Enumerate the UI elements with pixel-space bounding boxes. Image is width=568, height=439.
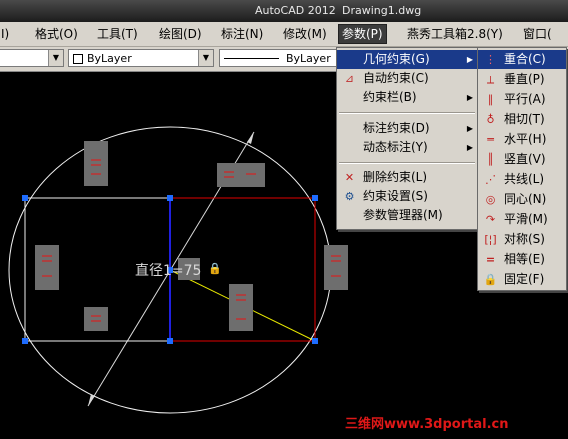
menu-modify[interactable]: 修改(M) <box>280 25 330 43</box>
menu-item-parameters-manager[interactable]: 参数管理器(M) <box>337 206 479 225</box>
submenu-item-fix[interactable]: 🔒 固定(F) <box>478 270 566 289</box>
linetype-sample <box>224 58 279 59</box>
parametric-menu: 几何约束(G) ▶ ⊿ 自动约束(C) 约束栏(B) ▶ 标注约束(D) ▶ 动… <box>336 47 480 230</box>
dimension-arrow <box>88 394 95 406</box>
chevron-down-icon[interactable]: ▼ <box>198 50 213 66</box>
horizontal-icon: ═ <box>487 133 494 146</box>
watermark: 三维网www.3dportal.cn <box>345 417 509 432</box>
menu-item-delete-constraints[interactable]: ✕ 删除约束(L) <box>337 168 479 187</box>
smooth-icon: ↷ <box>485 213 496 226</box>
submenu-item-vertical[interactable]: ║ 竖直(V) <box>478 150 566 169</box>
equal-constraint-badge[interactable] <box>324 245 348 290</box>
equal-constraint-badge[interactable] <box>35 245 59 290</box>
parallel-icon: ∥ <box>487 93 494 106</box>
equal-constraint-badge[interactable] <box>84 141 108 186</box>
menu-separator <box>339 112 475 114</box>
color-combo[interactable]: ByLayer ▼ <box>68 49 214 67</box>
dimension-arrow <box>247 132 254 144</box>
menu-bar: I) 格式(O) 工具(T) 绘图(D) 标注(N) 修改(M) 参数(P) 燕… <box>0 22 568 47</box>
collinear-icon: ⋰ <box>485 173 496 186</box>
submenu-item-coincident[interactable]: ⋮ 重合(C) <box>478 50 566 69</box>
menu-window[interactable]: 窗口( <box>520 25 555 43</box>
menu-item-dynamic-dimension[interactable]: 动态标注(Y) ▶ <box>337 138 479 157</box>
linetype-combo[interactable]: ByLayer <box>219 49 337 67</box>
layer-combo[interactable]: ▼ <box>0 49 64 67</box>
submenu-item-concentric[interactable]: ◎ 同心(N) <box>478 190 566 209</box>
app-title: AutoCAD 2012 <box>255 4 336 17</box>
menu-parametric[interactable]: 参数(P) <box>338 24 387 44</box>
submenu-arrow-icon: ▶ <box>466 55 473 64</box>
color-combo-value: ByLayer <box>87 52 132 65</box>
menu-dimension[interactable]: 标注(N) <box>218 25 266 43</box>
submenu-item-collinear[interactable]: ⋰ 共线(L) <box>478 170 566 189</box>
menu-item-auto-constrain[interactable]: ⊿ 自动约束(C) <box>337 69 479 88</box>
submenu-item-symmetric[interactable]: [¦] 对称(S) <box>478 230 566 249</box>
delete-constraint-icon: ✕ <box>344 171 355 184</box>
submenu-item-tangent[interactable]: ♁ 相切(T) <box>478 110 566 129</box>
submenu-arrow-icon: ▶ <box>466 93 473 102</box>
color-swatch <box>73 54 83 64</box>
submenu-item-smooth[interactable]: ↷ 平滑(M) <box>478 210 566 229</box>
perpendicular-icon: ⟂ <box>486 73 495 86</box>
submenu-item-perpendicular[interactable]: ⟂ 垂直(P) <box>478 70 566 89</box>
equal-constraint-badge[interactable] <box>84 307 108 331</box>
diameter-dimension-label[interactable]: 直径1=75 <box>135 260 201 280</box>
menu-item-constraint-settings[interactable]: ⚙ 约束设置(S) <box>337 187 479 206</box>
document-title: Drawing1.dwg <box>342 4 422 17</box>
menu-insert[interactable]: I) <box>0 25 12 43</box>
menu-tools[interactable]: 工具(T) <box>94 25 141 43</box>
auto-constrain-icon: ⊿ <box>344 72 355 85</box>
equal-icon: = <box>485 253 496 266</box>
fix-icon: 🔒 <box>483 273 498 286</box>
tangent-icon: ♁ <box>486 113 495 126</box>
equal-constraint-badge[interactable] <box>229 284 253 331</box>
equal-constraint-badge[interactable] <box>217 163 265 187</box>
chevron-down-icon[interactable]: ▼ <box>48 50 63 66</box>
lock-icon: 🔒 <box>208 262 222 275</box>
menu-separator <box>339 162 475 164</box>
linetype-combo-value: ByLayer <box>286 52 331 65</box>
menu-format[interactable]: 格式(O) <box>32 25 81 43</box>
submenu-item-horizontal[interactable]: ═ 水平(H) <box>478 130 566 149</box>
title-bar: AutoCAD 2012 Drawing1.dwg <box>0 0 568 22</box>
concentric-icon: ◎ <box>485 193 496 206</box>
constraint-settings-icon: ⚙ <box>344 190 355 203</box>
submenu-arrow-icon: ▶ <box>466 143 473 152</box>
menu-yanxiu-toolbox[interactable]: 燕秀工具箱2.8(Y) <box>404 25 506 43</box>
symmetric-icon: [¦] <box>484 233 497 246</box>
coincident-icon: ⋮ <box>485 53 496 66</box>
menu-item-dimensional[interactable]: 标注约束(D) ▶ <box>337 119 479 138</box>
menu-item-constraint-bar[interactable]: 约束栏(B) ▶ <box>337 88 479 107</box>
menu-draw[interactable]: 绘图(D) <box>156 25 205 43</box>
submenu-item-parallel[interactable]: ∥ 平行(A) <box>478 90 566 109</box>
geometric-submenu: ⋮ 重合(C) ⟂ 垂直(P) ∥ 平行(A) ♁ 相切(T) ═ 水平(H) … <box>477 47 567 291</box>
submenu-arrow-icon: ▶ <box>466 124 473 133</box>
submenu-item-equal[interactable]: = 相等(E) <box>478 250 566 269</box>
vertical-icon: ║ <box>487 153 494 166</box>
menu-item-geometric[interactable]: 几何约束(G) ▶ <box>337 50 479 69</box>
